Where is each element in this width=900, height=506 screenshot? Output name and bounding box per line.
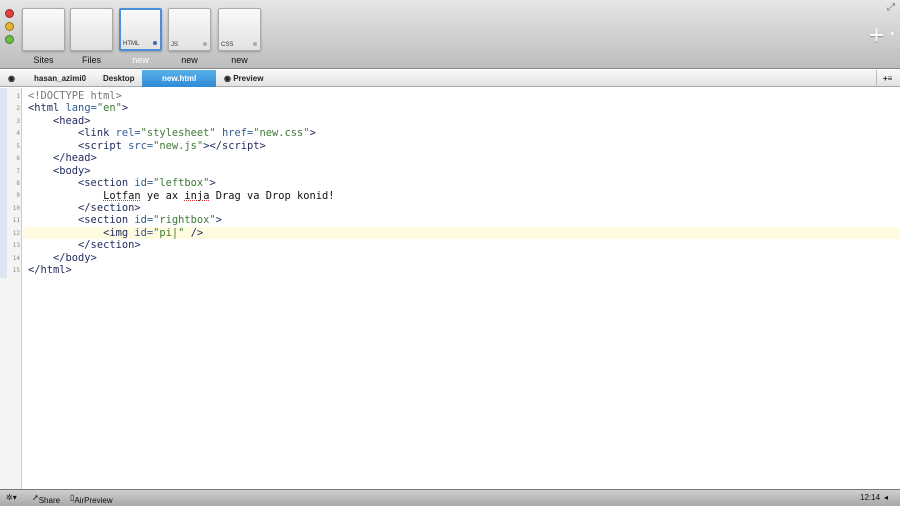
files-label: Files [81,55,101,65]
line-number: 3 [16,117,20,125]
js-badge: JS [171,42,179,48]
css-tab-tile[interactable]: CSS [218,8,261,51]
css-tab-label: new [231,55,248,65]
line-number: 6 [16,155,20,163]
sites-label: Sites [33,55,54,65]
js-tab-label: new [181,55,198,65]
gear-icon[interactable]: ✲▾ [6,493,17,502]
breadcrumb-desktop[interactable]: Desktop [97,70,135,87]
eye-icon[interactable]: ◉ [2,70,15,87]
sites-tile[interactable] [22,8,65,51]
html-tab-tile[interactable]: HTML [119,8,162,51]
airpreview-label: AirPreview [74,496,113,505]
airpreview-button[interactable]: ▯ AirPreview [70,493,113,505]
unsaved-dot-icon [153,41,157,45]
css-badge: CSS [221,42,234,48]
line-number: 1 [16,93,20,100]
add-button[interactable]: + [869,20,884,51]
breadcrumb: ◉ hasan_azimi0 Desktop new.html ◉ Previe… [0,70,900,87]
chevron-down-icon[interactable]: ▾ [890,30,894,38]
line-number: 5 [16,142,20,150]
line-number: 14 [12,254,20,262]
line-number: 13 [12,242,20,250]
line-number: 10 [12,204,20,212]
js-tab-tile[interactable]: JS [168,8,211,51]
toolbar: Sites Files HTML new JS new CSS new ⤢ + … [0,0,900,69]
dot-icon [203,42,207,46]
status-bar: ✲▾ ➚ Share ▯ AirPreview 12:14 ◂ [0,489,900,506]
sidebar-toggle-icon[interactable]: ◂ [884,493,888,502]
line-number: 11 [12,217,20,225]
line-number: 4 [16,130,20,138]
clock: 12:14 [860,493,881,502]
breadcrumb-user[interactable]: hasan_azimi0 [28,70,86,87]
html-tab-label: new [132,55,149,65]
zoom-button[interactable] [5,35,14,44]
files-tile[interactable] [70,8,113,51]
close-button[interactable] [5,9,14,18]
html-badge: HTML [123,41,140,47]
share-label: Share [38,496,61,505]
line-number: 12 [12,229,20,237]
line-number: 7 [16,167,20,175]
fullscreen-icon[interactable]: ⤢ [887,2,895,13]
code-editor[interactable]: <!DOCTYPE html> <html lang="en"> <head> … [28,90,335,277]
breadcrumb-file[interactable]: new.html [142,70,216,87]
line-number: 8 [16,180,20,187]
line-number: 2 [16,105,20,113]
preview-button[interactable]: ◉ Preview [218,70,263,87]
minimize-button[interactable] [5,22,14,31]
share-button[interactable]: ➚ Share [32,493,60,505]
line-number: 15 [12,267,20,275]
preview-label: Preview [233,74,264,83]
dot-icon [253,42,257,46]
add-split-button[interactable]: +≡ [876,70,892,87]
line-number: 9 [16,192,20,200]
